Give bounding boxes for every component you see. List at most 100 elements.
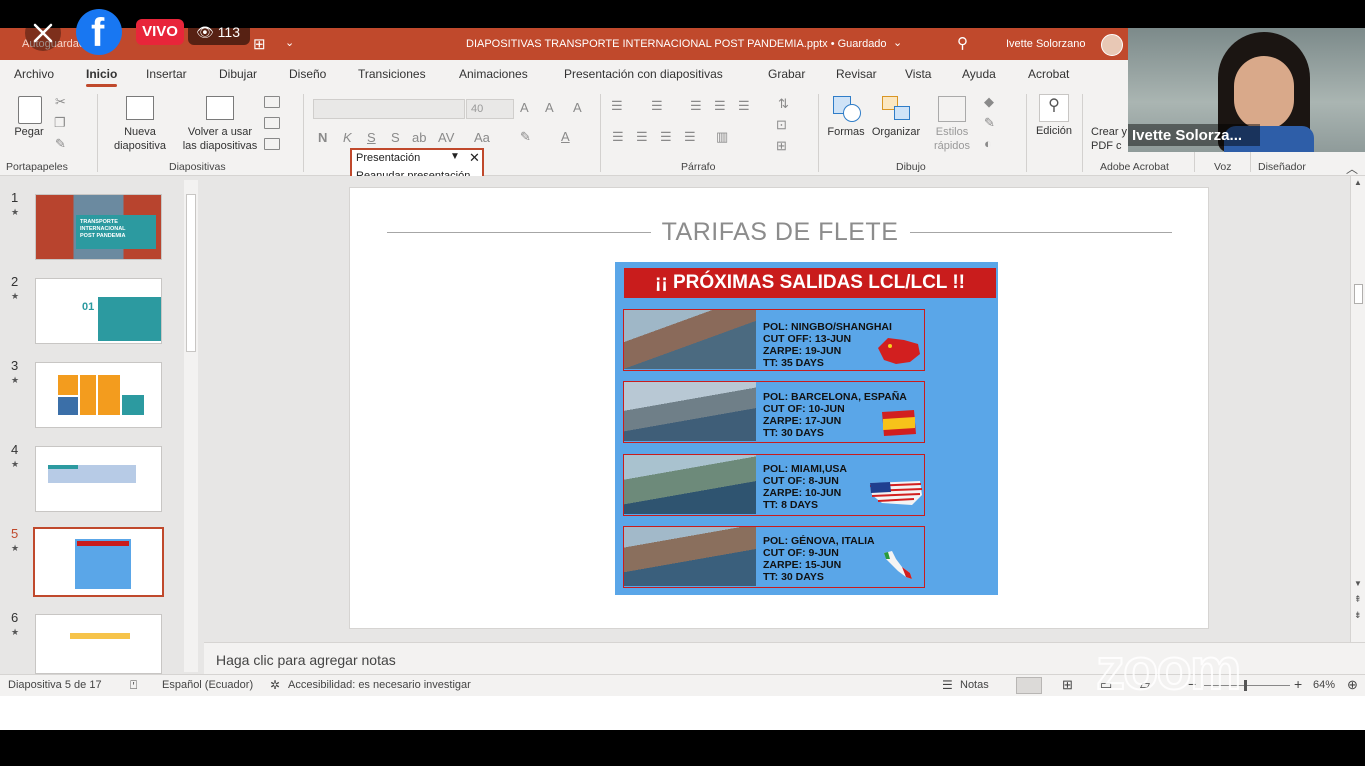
paste-button[interactable]: Pegar <box>12 125 46 139</box>
text-direction-icon[interactable]: ⇅ <box>778 96 789 112</box>
tab-insertar[interactable]: Insertar <box>146 67 187 81</box>
italic-icon[interactable]: K <box>343 130 352 145</box>
bullets-icon[interactable]: ☰ <box>611 98 623 114</box>
paste-icon[interactable] <box>18 96 42 124</box>
justify-icon[interactable]: ☰ <box>684 129 696 145</box>
find-icon[interactable]: ⚲ <box>1039 94 1069 122</box>
slide-thumbnail-2[interactable]: 01 <box>35 278 162 344</box>
thumbnails-scrollbar[interactable] <box>184 180 198 672</box>
slide-thumbnail-5-selected[interactable] <box>33 527 164 597</box>
reuse-slides-button[interactable]: Volver a usar las diapositivas <box>178 125 262 153</box>
line-spacing-icon[interactable]: ☰ <box>738 98 750 114</box>
increase-indent-icon[interactable]: ☰ <box>714 98 726 114</box>
layout-icon[interactable] <box>264 96 280 108</box>
font-size-select[interactable]: 40 <box>466 99 514 119</box>
fit-slide-icon[interactable]: ⊕ <box>1347 677 1358 693</box>
tab-transiciones[interactable]: Transiciones <box>358 67 426 81</box>
font-family-select[interactable] <box>313 99 465 119</box>
zoom-slider-thumb[interactable] <box>1244 680 1247 691</box>
close-live-icon[interactable] <box>24 14 62 52</box>
language-status[interactable]: Español (Ecuador) <box>162 679 253 691</box>
shrink-font-icon[interactable]: A <box>545 100 554 115</box>
collapse-ribbon-icon[interactable]: ︿ <box>1346 160 1358 177</box>
tab-archivo[interactable]: Archivo <box>14 67 54 81</box>
bold-icon[interactable]: N <box>318 130 327 145</box>
strikethrough-icon[interactable]: ab <box>412 130 426 145</box>
tab-inicio[interactable]: Inicio <box>86 67 118 87</box>
tab-grabar[interactable]: Grabar <box>768 67 805 81</box>
section-icon[interactable] <box>264 138 280 150</box>
notes-button[interactable]: Notas <box>960 679 989 691</box>
align-text-icon[interactable]: ⊡ <box>776 117 787 133</box>
quick-styles-button[interactable]: Estilos rápidos <box>924 125 980 153</box>
underline-icon[interactable]: S <box>367 130 376 145</box>
align-left-icon[interactable]: ☰ <box>612 129 624 145</box>
scroll-down-icon[interactable]: ▼ <box>1354 579 1362 588</box>
slide-thumbnail-1[interactable]: TRANSPORTE INTERNACIONAL POST PANDEMIA <box>35 194 162 260</box>
scroll-up-icon[interactable]: ▲ <box>1354 178 1362 187</box>
smartart-icon[interactable]: ⊞ <box>776 138 787 154</box>
grow-font-icon[interactable]: A <box>520 100 529 115</box>
search-icon[interactable]: ⚲ <box>957 34 968 52</box>
reset-icon[interactable] <box>264 117 280 129</box>
scroll-thumb[interactable] <box>1354 284 1363 304</box>
customize-toolbar-icon[interactable]: ⌄ <box>285 36 294 49</box>
tab-presentacion[interactable]: Presentación con diapositivas <box>564 67 723 81</box>
title-dropdown-icon[interactable]: ⌄ <box>893 36 902 49</box>
previous-slide-icon[interactable]: ⇞ <box>1354 594 1362 605</box>
participant-video[interactable]: Ivette Solorza... <box>1128 28 1365 152</box>
next-slide-icon[interactable]: ⇟ <box>1354 610 1362 621</box>
copy-icon[interactable]: ❐ <box>54 115 66 131</box>
char-spacing-icon[interactable]: AV <box>438 130 454 145</box>
create-pdf-button[interactable]: Crear y PDF c <box>1091 125 1131 153</box>
decrease-indent-icon[interactable]: ☰ <box>690 98 702 114</box>
numbering-icon[interactable]: ☰ <box>651 98 663 114</box>
editing-button[interactable]: Edición <box>1030 124 1078 138</box>
shadow-icon[interactable]: S <box>391 130 400 145</box>
shape-effects-icon[interactable]: ◐ <box>984 136 992 151</box>
close-icon[interactable]: ✕ <box>469 150 480 166</box>
tab-diseno[interactable]: Diseño <box>289 67 326 81</box>
notes-icon[interactable]: ☰ <box>942 678 953 692</box>
accessibility-icon[interactable]: ✲ <box>270 678 280 692</box>
tab-vista[interactable]: Vista <box>905 67 931 81</box>
avatar[interactable] <box>1101 34 1123 56</box>
document-title[interactable]: DIAPOSITIVAS TRANSPORTE INTERNACIONAL PO… <box>466 38 887 50</box>
normal-view-icon[interactable] <box>1016 677 1042 694</box>
change-case-icon[interactable]: Aa <box>474 130 490 145</box>
tab-ayuda[interactable]: Ayuda <box>962 67 996 81</box>
tab-revisar[interactable]: Revisar <box>836 67 877 81</box>
quick-styles-icon[interactable] <box>938 96 966 122</box>
slide-thumbnail-4[interactable] <box>35 446 162 512</box>
shape-fill-icon[interactable]: ◆ <box>984 94 994 110</box>
slide-scrollbar[interactable]: ▲ ▼ ⇞ ⇟ <box>1350 176 1365 642</box>
scroll-thumb[interactable] <box>186 194 196 352</box>
notes-placeholder[interactable]: Haga clic para agregar notas <box>216 652 396 668</box>
popup-dropdown-icon[interactable]: ▼ <box>450 151 460 162</box>
cut-icon[interactable]: ✂ <box>55 94 66 110</box>
tab-animaciones[interactable]: Animaciones <box>459 67 528 81</box>
align-center-icon[interactable]: ☰ <box>636 129 648 145</box>
align-right-icon[interactable]: ☰ <box>660 129 672 145</box>
slide-thumbnail-3[interactable] <box>35 362 162 428</box>
slide-thumbnail-6[interactable] <box>35 614 162 674</box>
reuse-slides-icon[interactable] <box>206 96 234 120</box>
slide-title[interactable]: TARIFAS DE FLETE <box>350 218 1210 247</box>
shape-outline-icon[interactable]: ✎ <box>984 115 995 131</box>
new-slide-icon[interactable] <box>126 96 154 120</box>
font-color-icon[interactable]: A <box>561 129 570 144</box>
zoom-level[interactable]: 64% <box>1313 679 1335 691</box>
columns-icon[interactable]: ▥ <box>716 129 728 145</box>
zoom-in-icon[interactable]: + <box>1294 676 1302 692</box>
format-painter-icon[interactable]: ✎ <box>55 136 66 152</box>
slide-position[interactable]: Diapositiva 5 de 17 <box>8 679 102 691</box>
spelling-icon[interactable]: ⍞ <box>130 678 137 693</box>
user-name[interactable]: Ivette Solorzano <box>1006 38 1086 50</box>
accessibility-status[interactable]: Accesibilidad: es necesario investigar <box>288 679 471 691</box>
slide-sorter-icon[interactable]: ⊞ <box>1062 677 1073 693</box>
shapes-button[interactable]: Formas <box>824 125 868 139</box>
arrange-button[interactable]: Organizar <box>870 125 922 139</box>
departures-poster[interactable]: ¡¡ PRÓXIMAS SALIDAS LCL/LCL !! POL: NING… <box>615 262 998 595</box>
clear-format-icon[interactable]: A <box>573 100 582 115</box>
tab-dibujar[interactable]: Dibujar <box>219 67 257 81</box>
